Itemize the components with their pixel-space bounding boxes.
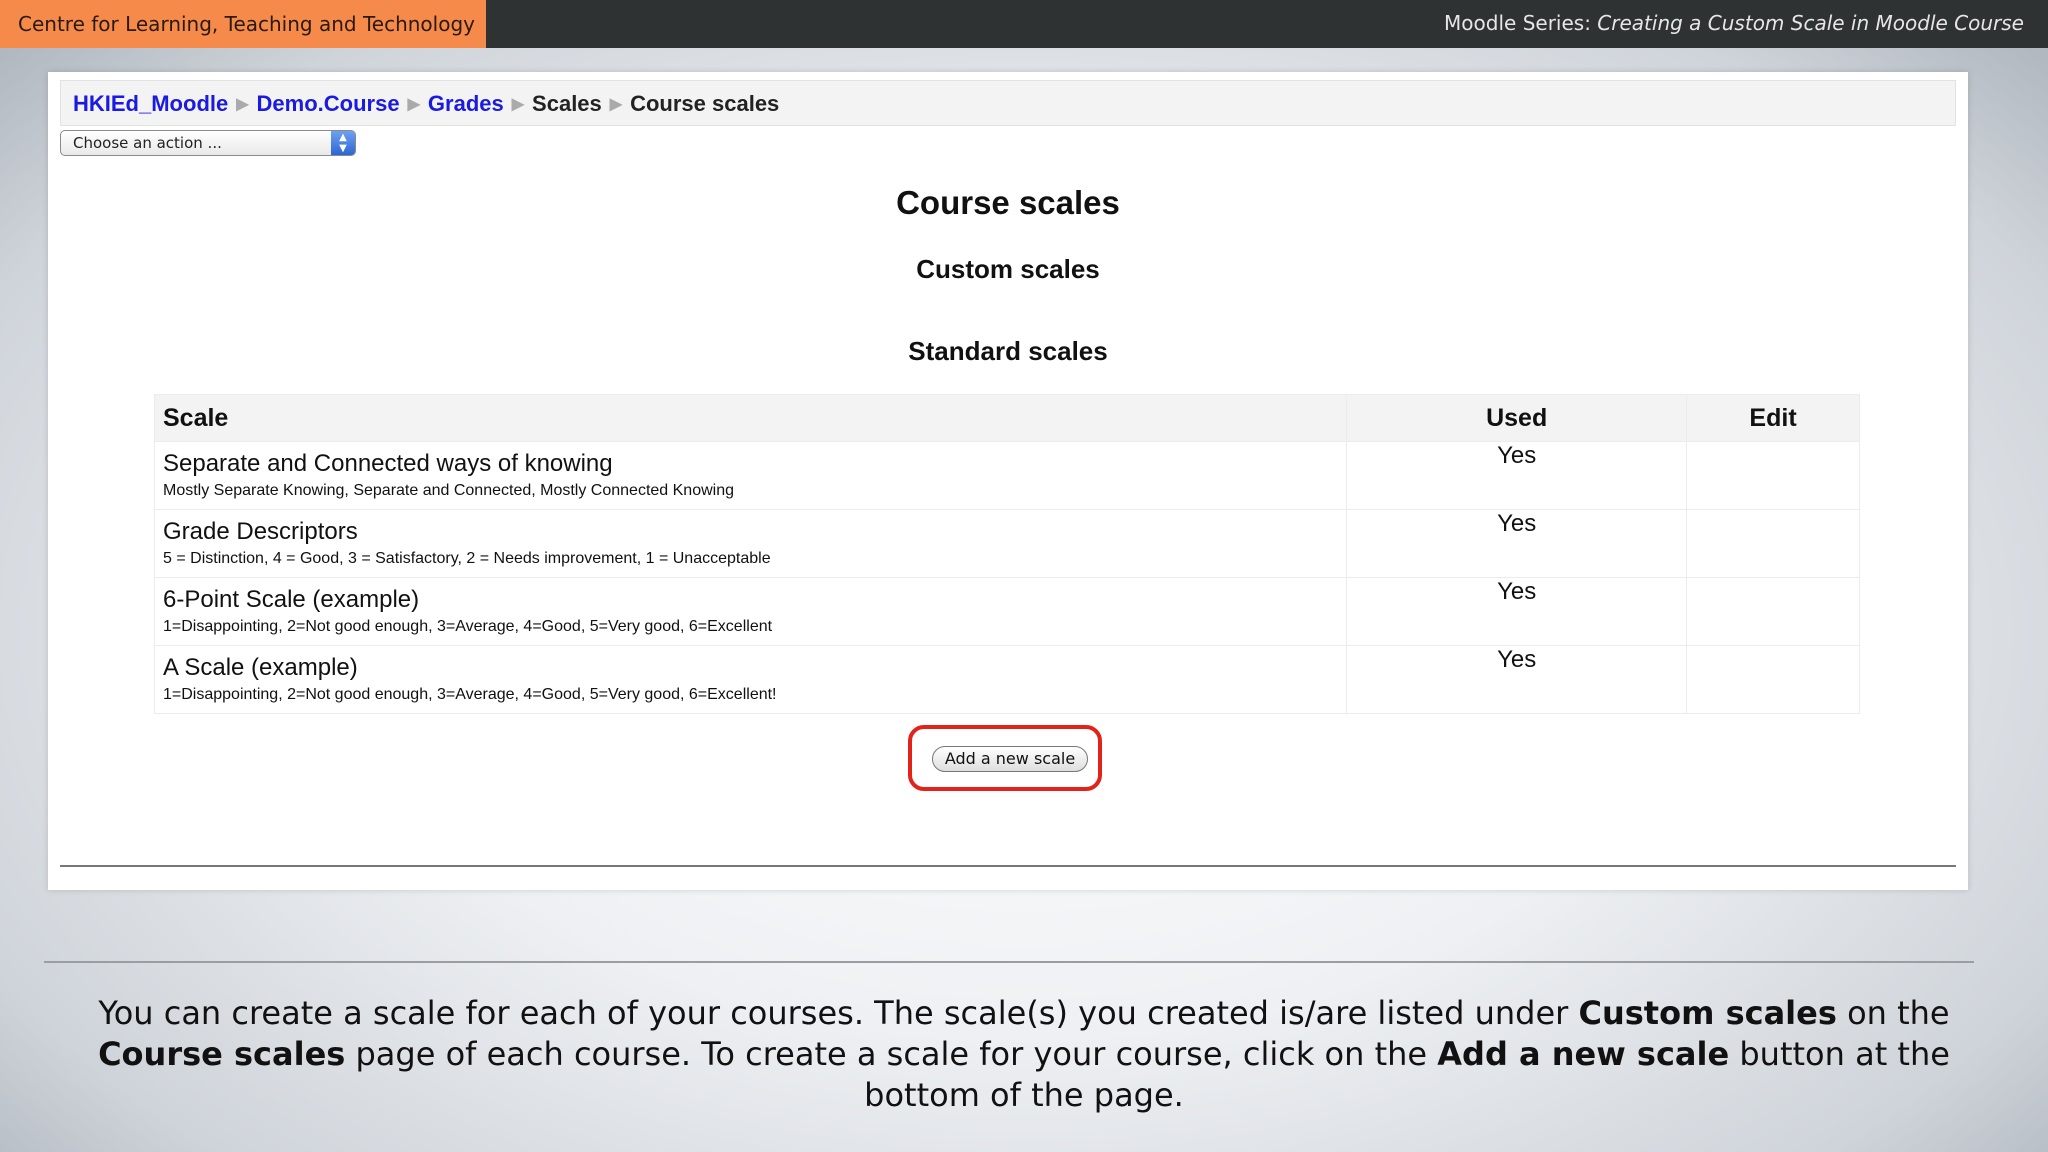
caption-text: You can create a scale for each of your … [40, 993, 2008, 1116]
scale-cell: Grade Descriptors 5 = Distinction, 4 = G… [153, 509, 1348, 578]
breadcrumb-course[interactable]: Demo.Course [257, 91, 400, 116]
footer-divider [60, 865, 1956, 867]
used-cell: Yes [1346, 509, 1688, 578]
scale-description: 5 = Distinction, 4 = Good, 3 = Satisfact… [163, 550, 771, 567]
series-name: Creating a Custom Scale in Moodle Course [1597, 11, 2024, 35]
caption-bold: Add a new scale [1437, 1035, 1730, 1073]
series-prefix: Moodle Series: [1444, 11, 1591, 35]
scale-cell: Separate and Connected ways of knowing M… [153, 441, 1348, 510]
breadcrumb-separator-icon: ▶ [511, 96, 525, 113]
breadcrumb-scales: Scales [532, 91, 602, 116]
scale-description: 1=Disappointing, 2=Not good enough, 3=Av… [163, 618, 773, 635]
breadcrumb-separator-icon: ▶ [609, 96, 623, 113]
used-cell: Yes [1346, 645, 1688, 714]
scale-description: 1=Disappointing, 2=Not good enough, 3=Av… [163, 686, 777, 703]
standard-scales-heading: Standard scales [908, 336, 1108, 366]
caption-bold: Course scales [98, 1035, 346, 1073]
column-header-used[interactable]: Used [1346, 394, 1688, 442]
scale-description: Mostly Separate Knowing, Separate and Co… [163, 482, 735, 499]
edit-cell [1686, 577, 1860, 646]
edit-cell [1686, 441, 1860, 510]
table-row: 6-Point Scale (example) 1=Disappointing,… [153, 577, 1860, 646]
moodle-page: HKIEd_Moodle ▶ Demo.Course ▶ Grades ▶ Scales ▶ C… [48, 72, 1968, 890]
custom-scales-heading: Custom scales [916, 254, 1100, 284]
page-title: Course scales [896, 184, 1120, 221]
caption-part: page of each course. To create a scale f… [345, 1035, 1438, 1073]
select-arrows-icon: ▲ ▼ [331, 131, 355, 155]
edit-cell [1686, 509, 1860, 578]
breadcrumb-site[interactable]: HKIEd_Moodle [73, 91, 228, 116]
table-row: Grade Descriptors 5 = Distinction, 4 = G… [153, 509, 1860, 578]
column-header-scale[interactable]: Scale [153, 394, 1348, 442]
scale-name: Grade Descriptors [163, 518, 358, 545]
breadcrumb-separator-icon: ▶ [236, 96, 249, 113]
table-row: A Scale (example) 1=Disappointing, 2=Not… [153, 645, 1860, 714]
caption-part: on the [1836, 994, 1950, 1032]
table-header-row: Scale Used Edit [153, 394, 1860, 442]
action-select-value: Choose an action ... [73, 134, 222, 152]
scale-name: A Scale (example) [163, 654, 358, 681]
breadcrumb-current: Course scales [630, 91, 780, 116]
breadcrumb-separator-icon: ▶ [407, 96, 420, 113]
scales-table: Scale Used Edit Separate and Connected w… [153, 394, 1860, 714]
scale-name: 6-Point Scale (example) [163, 586, 420, 613]
navbar: HKIEd_Moodle ▶ Demo.Course ▶ Grades ▶ Scales ▶ C… [60, 80, 1956, 126]
action-select[interactable]: Choose an action ... ▲ ▼ [60, 130, 356, 156]
highlight-box: Add a new scale [908, 725, 1102, 791]
scale-cell: A Scale (example) 1=Disappointing, 2=Not… [153, 645, 1348, 714]
add-new-scale-button[interactable]: Add a new scale [932, 746, 1088, 772]
used-cell: Yes [1346, 441, 1688, 510]
edit-cell [1686, 645, 1860, 714]
caption-bold: Custom scales [1578, 994, 1837, 1032]
caption-part: You can create a scale for each of your … [98, 994, 1579, 1032]
scale-name: Separate and Connected ways of knowing [163, 450, 613, 477]
column-header-edit: Edit [1686, 394, 1860, 442]
breadcrumb-grades[interactable]: Grades [428, 91, 504, 116]
used-cell: Yes [1346, 577, 1688, 646]
breadcrumb: HKIEd_Moodle ▶ Demo.Course ▶ Grades ▶ Scales ▶ C… [73, 81, 779, 127]
top-bar: Centre for Learning, Teaching and Techno… [0, 0, 2048, 48]
table-row: Separate and Connected ways of knowing M… [153, 441, 1860, 510]
caption-divider [44, 961, 1974, 963]
scale-cell: 6-Point Scale (example) 1=Disappointing,… [153, 577, 1348, 646]
series-title: Moodle Series: Creating a Custom Scale i… [1444, 0, 2024, 48]
org-name: Centre for Learning, Teaching and Techno… [0, 0, 486, 48]
